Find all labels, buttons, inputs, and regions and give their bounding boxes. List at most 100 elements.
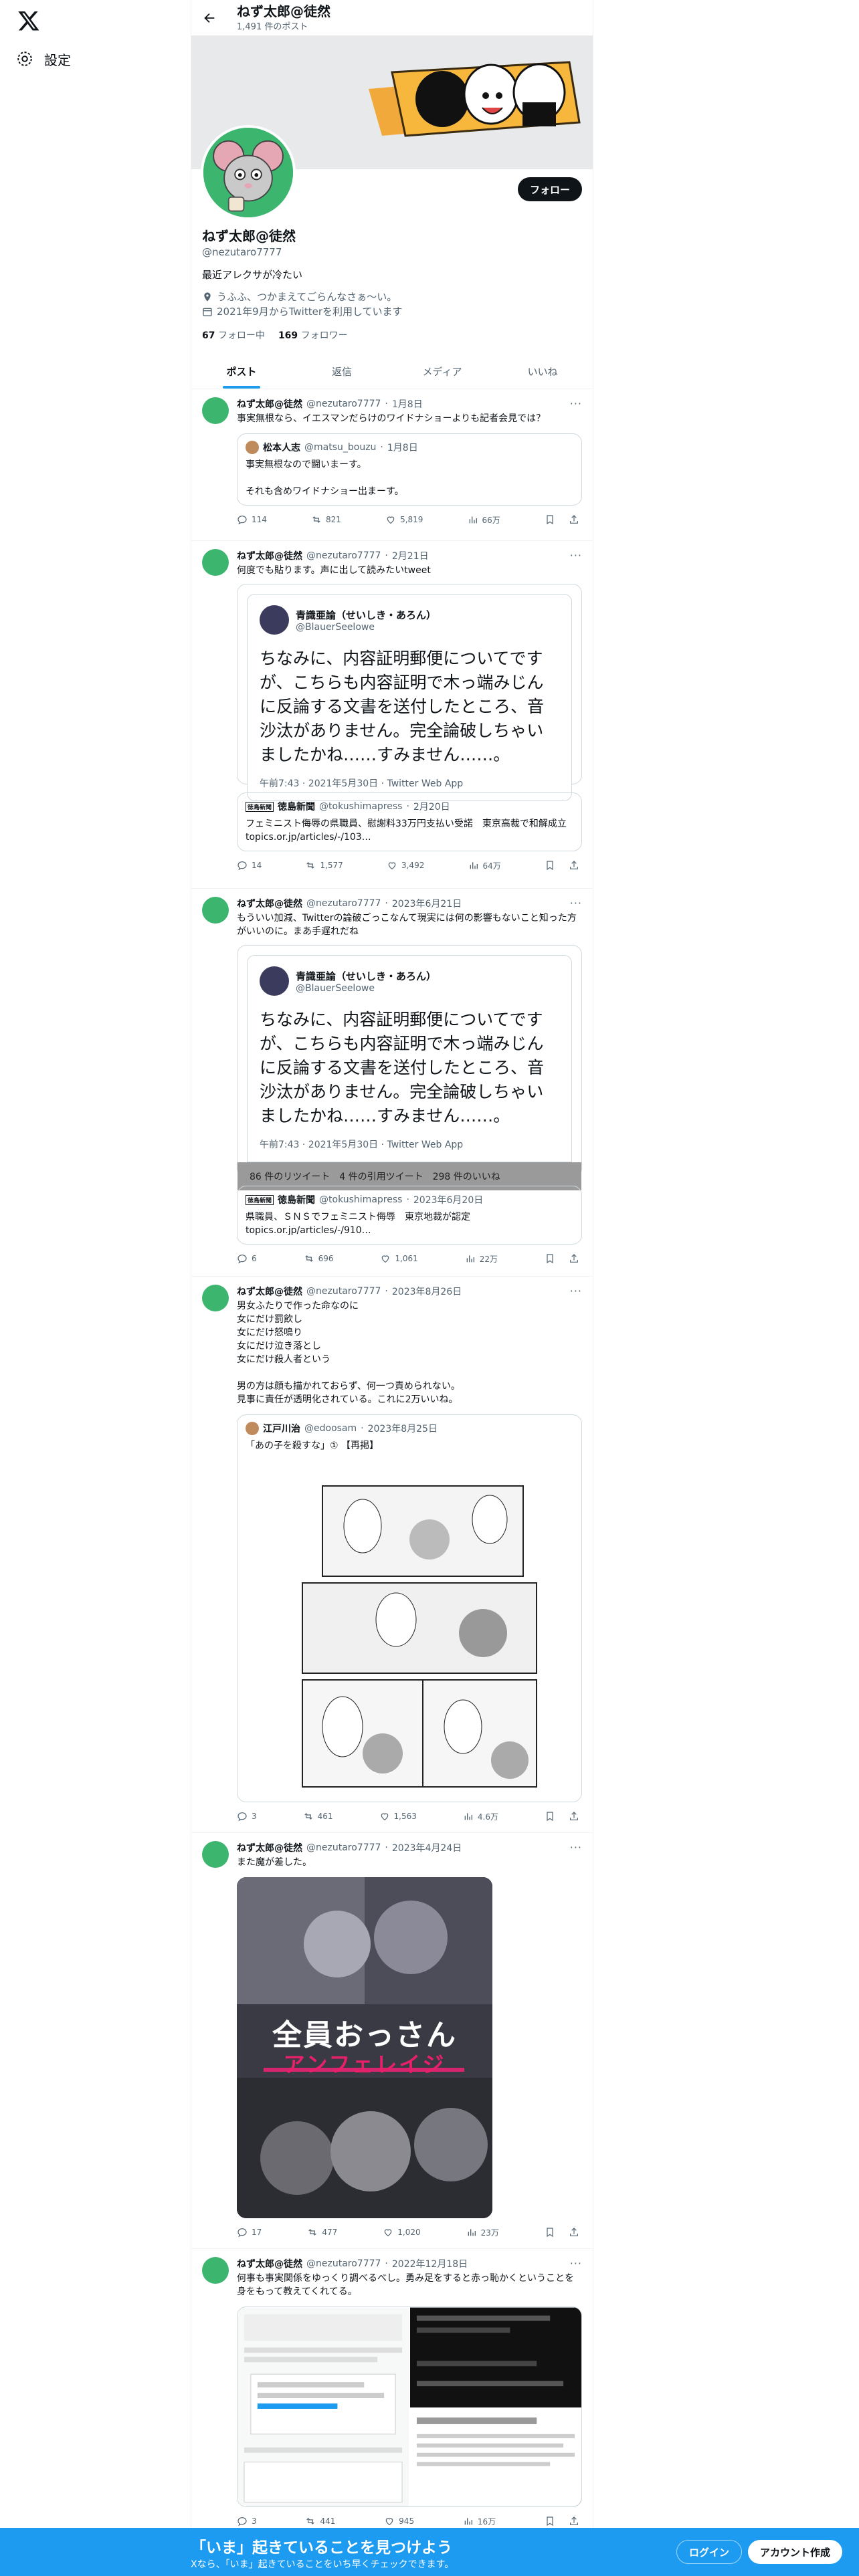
- screenshot-image-left[interactable]: [237, 2307, 409, 2507]
- tab-replies[interactable]: 返信: [292, 354, 392, 389]
- like-button[interactable]: 5,819: [385, 514, 423, 525]
- share-icon[interactable]: [569, 514, 579, 525]
- retweet-button[interactable]: 1,577: [305, 860, 343, 871]
- views-button[interactable]: 64万: [468, 860, 501, 871]
- more-options-icon[interactable]: ···: [570, 549, 582, 562]
- tweet-author[interactable]: ねず太郎@徒然: [237, 2257, 302, 2270]
- tweet-author[interactable]: ねず太郎@徒然: [237, 549, 302, 562]
- views-chart-icon: [466, 1255, 474, 1263]
- more-options-icon[interactable]: ···: [570, 1841, 582, 1854]
- share-icon[interactable]: [569, 2516, 579, 2527]
- views-button[interactable]: 66万: [468, 514, 500, 526]
- screenshot-image-right[interactable]: [410, 2307, 581, 2507]
- retweet-button[interactable]: 461: [303, 1811, 333, 1822]
- tweet-author[interactable]: ねず太郎@徒然: [237, 1841, 302, 1854]
- like-button[interactable]: 945: [384, 2516, 414, 2527]
- retweet-button[interactable]: 821: [311, 514, 341, 525]
- back-arrow-icon[interactable]: [202, 11, 217, 25]
- share-icon[interactable]: [569, 860, 579, 871]
- quote-handle: @edoosam: [304, 1423, 357, 1434]
- share-icon[interactable]: [569, 2227, 579, 2238]
- bookmark-icon[interactable]: [545, 1253, 555, 1264]
- like-button[interactable]: 3,492: [387, 860, 424, 871]
- tweet-date[interactable]: 2023年6月21日: [392, 897, 462, 910]
- embedded-tweet-screenshot[interactable]: 青識亜論（せいしき・あろん） @BlauerSeelowe ちなみに、内容証明郵便…: [237, 945, 582, 1190]
- profile-avatar[interactable]: [201, 125, 296, 220]
- tweet-date[interactable]: 2023年8月26日: [392, 1285, 462, 1298]
- tweet-avatar[interactable]: [202, 1841, 229, 1868]
- tweet[interactable]: ねず太郎@徒然 @nezutaro7777 · 2022年12月18日 ··· 何事も…: [191, 2249, 593, 2543]
- quote-author: 江戸川治: [263, 1424, 300, 1434]
- signup-button[interactable]: アカウント作成: [748, 2540, 843, 2564]
- reply-icon: [237, 2517, 247, 2527]
- bookmark-icon[interactable]: [545, 2227, 555, 2238]
- share-icon[interactable]: [569, 1811, 579, 1822]
- tweet[interactable]: ねず太郎@徒然 @nezutaro7777 · 1月8日 ··· 事実無根なら、イエス…: [191, 389, 593, 541]
- more-options-icon[interactable]: ···: [570, 897, 582, 909]
- reply-button[interactable]: 14: [237, 860, 262, 871]
- tweet-avatar[interactable]: [202, 1285, 229, 1311]
- quote-tweet[interactable]: 江戸川治 @edoosam · 2023年8月25日 「あの子を殺すな」① 【再掲】: [237, 1414, 582, 1802]
- reply-button[interactable]: 3: [237, 1811, 257, 1822]
- views-chart-icon: [468, 2229, 476, 2236]
- retweet-button[interactable]: 441: [305, 2516, 335, 2527]
- tweet[interactable]: ねず太郎@徒然 @nezutaro7777 · 2023年8月26日 ··· 男女ふた…: [191, 1277, 593, 1833]
- heart-icon: [384, 2229, 392, 2237]
- tweet[interactable]: ねず太郎@徒然 @nezutaro7777 · 2月21日 ··· 何度でも貼ります。…: [191, 541, 593, 889]
- followers-link[interactable]: 169 フォロワー: [278, 328, 348, 342]
- tweet[interactable]: ねず太郎@徒然 @nezutaro7777 · 2023年6月21日 ··· もういい…: [191, 889, 593, 1277]
- tweet-date[interactable]: 2月21日: [392, 549, 429, 562]
- tweet-author[interactable]: ねず太郎@徒然: [237, 1285, 302, 1298]
- retweet-button[interactable]: 477: [307, 2227, 337, 2238]
- more-options-icon[interactable]: ···: [570, 2257, 582, 2270]
- quote-tweet[interactable]: 松本人志 @matsu_bouzu · 1月8日 事実無根なので闘いまーす。 それも含…: [237, 433, 582, 506]
- tweet-avatar[interactable]: [202, 2257, 229, 2284]
- tweet-date[interactable]: 2023年4月24日: [392, 1841, 462, 1854]
- bookmark-icon[interactable]: [545, 860, 555, 871]
- tweet-image-grid[interactable]: [237, 2306, 582, 2507]
- bookmark-icon[interactable]: [545, 1811, 555, 1822]
- tweet-actions: 14 1,577 3,492 64万: [237, 851, 582, 879]
- login-button[interactable]: ログイン: [676, 2540, 743, 2564]
- views-button[interactable]: 23万: [466, 2227, 499, 2238]
- like-button[interactable]: 1,061: [380, 1253, 418, 1264]
- reply-button[interactable]: 6: [237, 1253, 257, 1264]
- tweet-date[interactable]: 2022年12月18日: [392, 2257, 468, 2270]
- profile-bio: 最近アレクサが冷たい: [202, 269, 303, 281]
- bookmark-icon[interactable]: [545, 2516, 555, 2527]
- follow-button[interactable]: フォロー: [517, 177, 582, 201]
- tweet-date[interactable]: 1月8日: [392, 397, 423, 411]
- tab-posts[interactable]: ポスト: [191, 354, 292, 389]
- profile-joined: 2021年9月からTwitterを利用しています: [217, 306, 403, 318]
- tweet-author[interactable]: ねず太郎@徒然: [237, 397, 302, 411]
- tweet-image[interactable]: 全員おっさん アンフェレイジ: [237, 1877, 492, 2218]
- x-logo-icon[interactable]: [17, 9, 40, 32]
- retweet-button[interactable]: 696: [304, 1253, 334, 1264]
- reply-button[interactable]: 17: [237, 2227, 262, 2238]
- bookmark-icon[interactable]: [545, 514, 555, 525]
- news-quote[interactable]: 徳島新聞 徳島新聞 @tokushimapress · 2023年6月20日 県職員、Ｓ…: [237, 1186, 582, 1245]
- news-quote[interactable]: 徳島新聞 徳島新聞 @tokushimapress · 2月20日 フェミニスト侮辱の県…: [237, 792, 582, 851]
- share-icon[interactable]: [569, 1253, 579, 1264]
- like-button[interactable]: 1,020: [383, 2227, 421, 2238]
- profile-name: ねず太郎@徒然: [202, 228, 296, 244]
- views-button[interactable]: 16万: [463, 2516, 496, 2527]
- reply-button[interactable]: 3: [237, 2516, 257, 2527]
- tweet-avatar[interactable]: [202, 897, 229, 924]
- following-link[interactable]: 67 フォロー中: [202, 328, 265, 342]
- tab-likes[interactable]: いいね: [492, 354, 593, 389]
- tweet-avatar[interactable]: [202, 549, 229, 576]
- tweet-author[interactable]: ねず太郎@徒然: [237, 897, 302, 910]
- nav-settings[interactable]: 設定: [16, 45, 71, 72]
- more-options-icon[interactable]: ···: [570, 1285, 582, 1297]
- tweet-avatar[interactable]: [202, 397, 229, 424]
- tweet[interactable]: ねず太郎@徒然 @nezutaro7777 · 2023年4月24日 ··· また魔が…: [191, 1833, 593, 2249]
- views-button[interactable]: 22万: [465, 1253, 498, 1265]
- views-button[interactable]: 4.6万: [463, 1811, 498, 1822]
- like-button[interactable]: 1,563: [379, 1811, 417, 1822]
- manga-image[interactable]: [262, 1459, 557, 1794]
- more-options-icon[interactable]: ···: [570, 397, 582, 410]
- reply-button[interactable]: 114: [237, 514, 267, 525]
- embedded-tweet-screenshot[interactable]: 青識亜論（せいしき・あろん） @BlauerSeelowe ちなみに、内容証明郵便…: [237, 584, 582, 801]
- tab-media[interactable]: メディア: [392, 354, 492, 389]
